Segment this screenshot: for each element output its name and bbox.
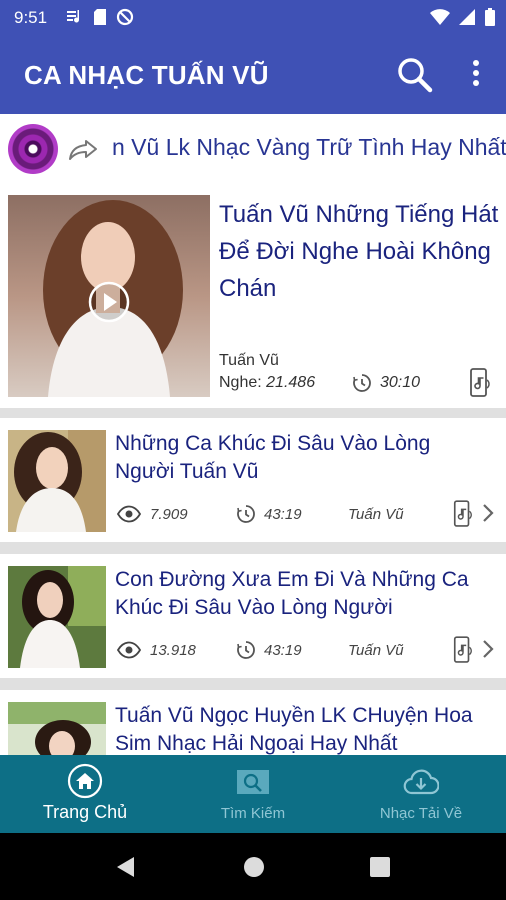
nav-home-label: Trang Chủ bbox=[42, 802, 128, 822]
chevron-right-icon[interactable] bbox=[480, 502, 496, 524]
views-icon bbox=[117, 641, 141, 659]
song-thumbnail[interactable] bbox=[8, 566, 106, 668]
recents-icon[interactable] bbox=[369, 856, 391, 878]
search-icon[interactable] bbox=[396, 56, 434, 94]
divider bbox=[0, 542, 506, 554]
ringtone-icon[interactable] bbox=[468, 368, 492, 398]
more-options-icon[interactable] bbox=[466, 58, 486, 90]
status-time: 9:51 bbox=[14, 8, 48, 27]
chevron-right-icon[interactable] bbox=[480, 638, 496, 660]
song-artist: Tuấn Vũ bbox=[348, 506, 404, 523]
music-notification-icon bbox=[67, 10, 79, 23]
now-playing-bar[interactable]: n Vũ Lk Nhạc Vàng Trữ Tình Hay Nhất bbox=[0, 114, 506, 182]
song-duration: 43:19 bbox=[264, 642, 302, 659]
blocked-icon bbox=[116, 8, 134, 26]
app-title: CA NHẠC TUẤN VŨ bbox=[24, 60, 269, 90]
share-icon[interactable] bbox=[68, 138, 98, 162]
featured-song[interactable]: Tuấn Vũ Những Tiếng Hát Để Đời Nghe Hoài… bbox=[0, 182, 506, 408]
song-photo bbox=[8, 566, 106, 668]
listens-label: Nghe: bbox=[219, 374, 262, 391]
bottom-navigation: Trang Chủ Tìm Kiếm Nhạc Tải Về bbox=[0, 755, 506, 833]
status-system-icons bbox=[430, 8, 496, 26]
cloud-download-icon bbox=[403, 769, 439, 795]
signal-icon bbox=[459, 9, 475, 25]
song-views: 13.918 bbox=[150, 642, 196, 659]
clock-icon bbox=[237, 505, 255, 523]
nav-downloads[interactable]: Nhạc Tải Về bbox=[336, 755, 506, 833]
featured-title[interactable]: Tuấn Vũ Những Tiếng Hát Để Đời Nghe Hoài… bbox=[219, 196, 499, 307]
song-title[interactable]: Con Đường Xưa Em Đi Và Những Ca Khúc Đi … bbox=[115, 566, 487, 622]
song-thumbnail[interactable] bbox=[8, 702, 106, 755]
song-artist: Tuấn Vũ bbox=[348, 642, 404, 659]
clock-icon bbox=[353, 374, 371, 392]
nav-downloads-label: Nhạc Tải Về bbox=[379, 805, 463, 822]
home-icon bbox=[67, 763, 103, 799]
listens-count: 21.486 bbox=[266, 374, 316, 391]
wifi-icon bbox=[430, 9, 450, 25]
featured-listens: Nghe: 21.486 bbox=[219, 374, 315, 392]
song-thumbnail[interactable] bbox=[8, 430, 106, 532]
nav-search-label: Tìm Kiếm bbox=[220, 805, 286, 822]
song-title[interactable]: Những Ca Khúc Đi Sâu Vào Lòng Người Tuấn… bbox=[115, 430, 487, 486]
image-search-icon bbox=[237, 770, 269, 794]
ringtone-icon[interactable] bbox=[452, 636, 474, 664]
status-bar: 9:51 bbox=[0, 0, 506, 34]
app-bar: CA NHẠC TUẤN VŨ bbox=[0, 34, 506, 114]
divider bbox=[0, 408, 506, 418]
featured-artist: Tuấn Vũ bbox=[219, 352, 279, 369]
featured-thumbnail[interactable] bbox=[8, 195, 210, 397]
song-photo bbox=[8, 702, 106, 755]
song-title[interactable]: Tuấn Vũ Ngọc Huyền LK CHuyện Hoa Sim Nhạ… bbox=[115, 702, 487, 755]
featured-duration: 30:10 bbox=[380, 374, 421, 391]
system-navigation-bar bbox=[0, 833, 506, 900]
nav-home[interactable]: Trang Chủ bbox=[0, 755, 170, 833]
home-button-icon[interactable] bbox=[243, 856, 265, 878]
song-item[interactable]: Những Ca Khúc Đi Sâu Vào Lòng Người Tuấn… bbox=[0, 418, 506, 542]
battery-icon bbox=[485, 8, 495, 26]
status-notification-icons bbox=[66, 8, 134, 26]
play-icon[interactable] bbox=[88, 281, 130, 323]
sd-card-icon bbox=[94, 9, 106, 25]
now-playing-title: n Vũ Lk Nhạc Vàng Trữ Tình Hay Nhất bbox=[112, 134, 506, 160]
song-photo bbox=[8, 430, 106, 532]
clock-icon bbox=[237, 641, 255, 659]
nav-search[interactable]: Tìm Kiếm bbox=[170, 755, 336, 833]
divider bbox=[0, 678, 506, 690]
song-item[interactable]: Tuấn Vũ Ngọc Huyền LK CHuyện Hoa Sim Nhạ… bbox=[0, 690, 506, 755]
views-icon bbox=[117, 505, 141, 523]
song-duration: 43:19 bbox=[264, 506, 302, 523]
ringtone-icon[interactable] bbox=[452, 500, 474, 528]
song-views: 7.909 bbox=[150, 506, 188, 523]
music-disc-icon[interactable] bbox=[8, 124, 58, 174]
song-item[interactable]: Con Đường Xưa Em Đi Và Những Ca Khúc Đi … bbox=[0, 554, 506, 678]
back-icon[interactable] bbox=[114, 855, 136, 879]
